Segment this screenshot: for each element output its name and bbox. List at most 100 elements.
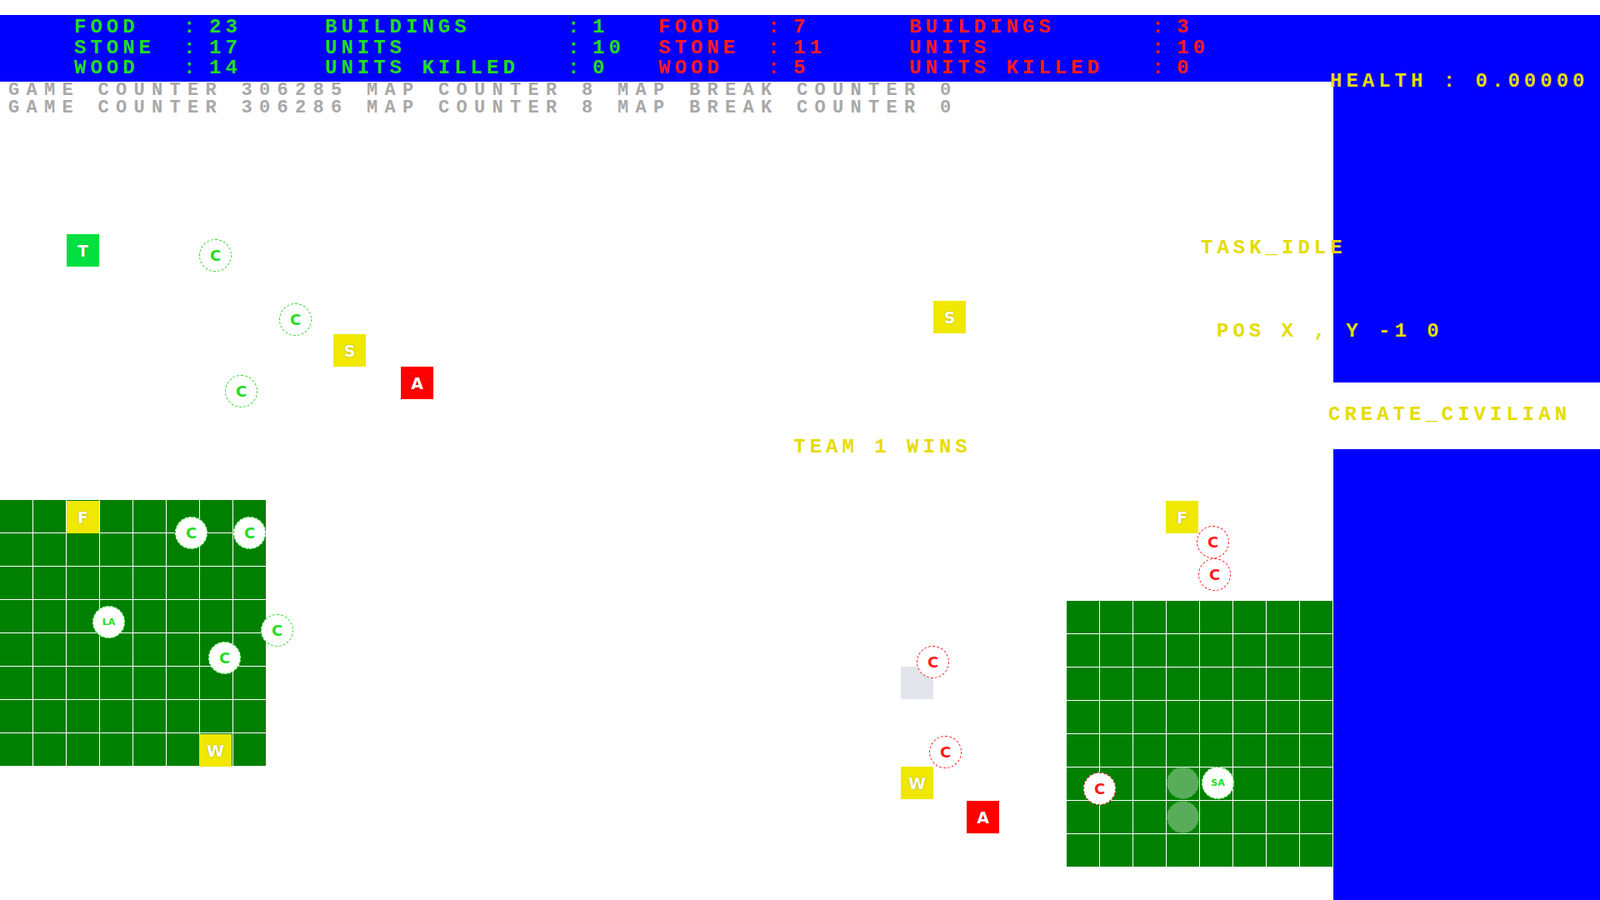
stat-list: BUILDINGS:1UNITS:10UNITS KILLED:0 — [325, 17, 643, 80]
unit-label: C — [244, 524, 255, 542]
play-area: GAME COUNTER 306285 MAP COUNTER 8 MAP BR… — [0, 81, 1600, 900]
team-stats: FOOD:23STONE:17WOOD:14BUILDINGS:1UNITS:1… — [74, 17, 659, 80]
unit-label: S — [344, 341, 356, 360]
resource-row-value: 7 — [793, 17, 910, 39]
unit-label: C — [927, 653, 939, 671]
resource-row-value: 11 — [793, 38, 910, 60]
building[interactable]: A — [400, 366, 434, 400]
unit[interactable]: C — [279, 303, 312, 336]
separator: : — [183, 58, 210, 80]
separator: : — [183, 38, 210, 60]
unit-label: C — [271, 621, 283, 640]
resource-row-label: FOOD — [74, 17, 184, 39]
unit[interactable]: C — [1196, 525, 1230, 559]
unit-label: T — [77, 241, 89, 260]
stat-row-value: 0 — [592, 58, 643, 80]
counter-line: GAME COUNTER 306286 MAP COUNTER 8 MAP BR… — [0, 99, 1334, 117]
farm-field[interactable] — [0, 500, 267, 767]
separator: : — [183, 17, 210, 39]
resource-row-value: 14 — [209, 58, 325, 80]
unit[interactable] — [1166, 800, 1200, 834]
create-civilian-button[interactable]: CREATE_CIVILIAN — [1328, 404, 1571, 426]
unit[interactable]: C — [916, 645, 950, 679]
building[interactable]: W — [900, 766, 934, 800]
unit-label: LA — [102, 616, 116, 628]
side-panel — [1333, 81, 1600, 900]
separator: : — [567, 38, 593, 60]
unit[interactable]: C — [175, 516, 208, 550]
resource-row-label: WOOD — [658, 58, 768, 80]
resource-row-label: WOOD — [74, 58, 184, 80]
stat-row-label: UNITS — [909, 38, 1152, 60]
resource-row-label: STONE — [74, 38, 184, 60]
building[interactable]: S — [933, 300, 966, 334]
separator: : — [1151, 17, 1177, 39]
separator: : — [1151, 38, 1177, 60]
resource-row-label: FOOD — [658, 17, 768, 39]
unit[interactable]: C — [199, 239, 232, 272]
separator: : — [767, 17, 794, 39]
unit-label: C — [185, 524, 197, 542]
win-banner: TEAM 1 WINS — [793, 436, 971, 459]
unit-label: A — [976, 808, 990, 827]
unit-label: S — [944, 308, 956, 327]
separator: : — [767, 58, 794, 80]
task-readout: TASK_IDLE — [1200, 237, 1347, 260]
stat-row-value: 3 — [1176, 17, 1227, 39]
building[interactable]: F — [1165, 500, 1199, 534]
building[interactable]: A — [966, 800, 1000, 834]
unit[interactable]: C — [208, 641, 241, 675]
stat-list: BUILDINGS:3UNITS:10UNITS KILLED:0 — [909, 17, 1227, 80]
separator: : — [567, 58, 593, 80]
unit-label: C — [219, 649, 230, 667]
resource-row-value: 5 — [793, 58, 910, 80]
stat-row-value: 10 — [1176, 38, 1227, 60]
command-panel — [1333, 449, 1600, 900]
resource-row-value: 23 — [209, 17, 325, 39]
resource-list: FOOD:7STONE:11WOOD:5 — [658, 17, 910, 80]
resource-row-label: STONE — [658, 38, 768, 60]
unit[interactable]: C — [260, 614, 294, 647]
unit-label: A — [410, 374, 424, 393]
unit-label: C — [1207, 533, 1219, 551]
unit[interactable]: C — [225, 375, 258, 408]
unit-label: C — [235, 382, 247, 400]
debug-counters: GAME COUNTER 306285 MAP COUNTER 8 MAP BR… — [0, 81, 1334, 117]
stat-row-label: UNITS KILLED — [325, 58, 568, 80]
stat-row-label: UNITS KILLED — [909, 58, 1152, 80]
unit[interactable]: SA — [1201, 766, 1235, 800]
unit[interactable]: C — [929, 735, 962, 769]
unit[interactable] — [1166, 766, 1200, 800]
unit-label: C — [940, 743, 951, 761]
stat-row-label: BUILDINGS — [325, 17, 568, 39]
unit-label: F — [1176, 508, 1188, 527]
health-readout: HEALTH : 0.00000 — [1330, 70, 1589, 93]
building[interactable]: S — [333, 334, 366, 367]
stat-row-value: 1 — [592, 17, 643, 39]
building[interactable]: T — [66, 234, 100, 267]
building[interactable]: W — [199, 734, 232, 767]
unit-label: W — [206, 741, 225, 760]
resource-row-value: 17 — [209, 38, 325, 60]
unit[interactable]: C — [1198, 558, 1231, 591]
stat-row-label: BUILDINGS — [909, 17, 1152, 39]
building[interactable]: F — [66, 500, 100, 534]
stat-row-label: UNITS — [325, 38, 568, 60]
stat-row-value: 10 — [592, 38, 643, 60]
counter-line: GAME COUNTER 306285 MAP COUNTER 8 MAP BR… — [0, 81, 1334, 100]
position-readout: POS X , Y -1 0 — [1216, 320, 1444, 343]
unit[interactable]: LA — [92, 605, 125, 639]
map[interactable]: GAME COUNTER 306285 MAP COUNTER 8 MAP BR… — [0, 81, 1334, 900]
unit[interactable]: C — [233, 516, 266, 550]
unit-label: C — [210, 246, 221, 265]
unit-label: F — [77, 508, 89, 527]
separator: : — [1151, 58, 1177, 80]
resource-list: FOOD:23STONE:17WOOD:14 — [74, 17, 325, 80]
team-stats: FOOD:7STONE:11WOOD:5BUILDINGS:3UNITS:10U… — [658, 17, 1227, 80]
unit-label: C — [1209, 565, 1220, 584]
separator: : — [767, 38, 794, 60]
unit[interactable]: C — [1083, 772, 1116, 805]
unit-label: C — [1094, 780, 1105, 798]
stat-row-value: 0 — [1176, 58, 1227, 80]
farm-field[interactable] — [1066, 600, 1334, 868]
